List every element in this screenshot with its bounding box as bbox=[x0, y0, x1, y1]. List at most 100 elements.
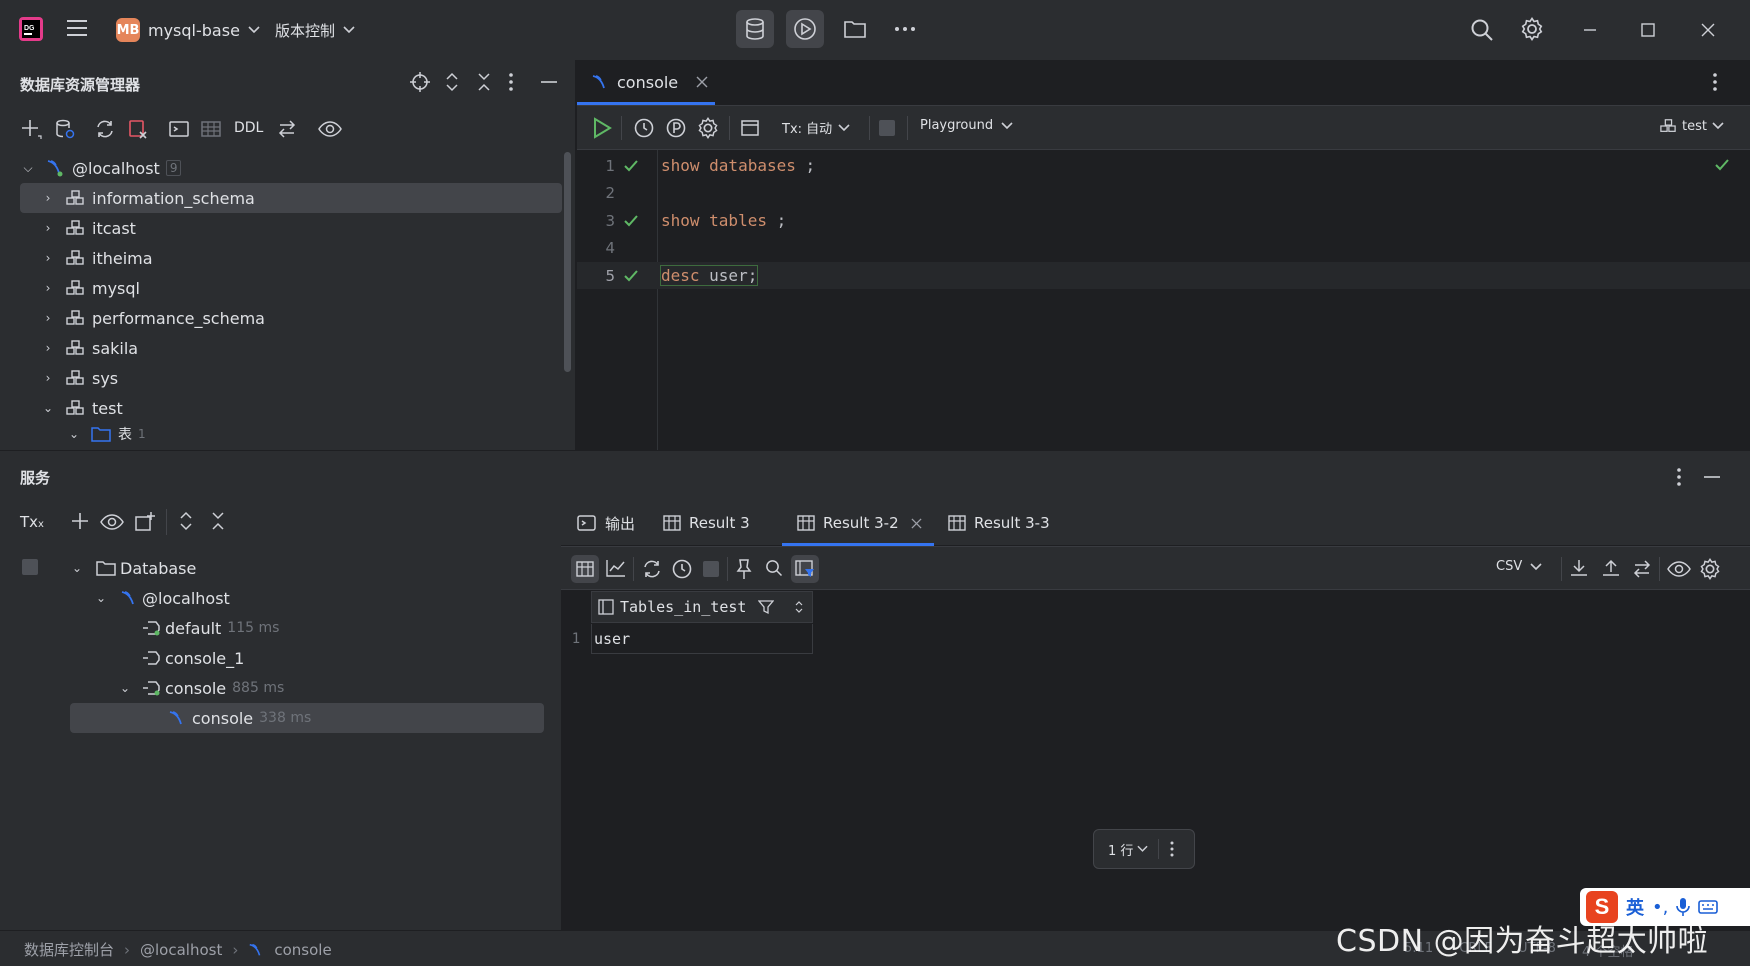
tree-service-host[interactable]: ⌄ @localhost bbox=[96, 583, 230, 613]
tab-result-3-3[interactable]: Result 3-3 bbox=[948, 501, 1050, 545]
history-clock-icon[interactable] bbox=[633, 117, 655, 139]
tx-button[interactable]: Txx bbox=[20, 513, 44, 531]
code-line[interactable]: 3 show tables ; bbox=[577, 207, 1750, 234]
jump-to-console-icon[interactable] bbox=[168, 118, 190, 140]
code-line-current[interactable]: 5 desc user; bbox=[577, 262, 1750, 289]
tab-result-3-2[interactable]: Result 3-2 bbox=[797, 501, 922, 545]
tree-schema-performance_schema[interactable]: › performance_schema bbox=[20, 303, 562, 333]
more-vertical-icon[interactable] bbox=[1676, 467, 1682, 487]
tree-schema-test[interactable]: ⌄ test bbox=[20, 393, 562, 423]
minimize-window-icon[interactable] bbox=[1582, 22, 1598, 38]
chevron-down-icon[interactable]: ⌵ bbox=[20, 161, 36, 176]
schema-selector[interactable]: test bbox=[1659, 118, 1724, 134]
chevron-right-icon[interactable]: › bbox=[40, 251, 56, 265]
settings-gear-icon[interactable] bbox=[697, 117, 719, 139]
pin-icon[interactable] bbox=[735, 558, 753, 580]
search-icon[interactable] bbox=[765, 559, 783, 577]
locate-icon[interactable] bbox=[410, 72, 430, 92]
add-icon[interactable] bbox=[20, 118, 42, 140]
more-horizontal-icon[interactable] bbox=[886, 10, 924, 48]
collapse-all-icon[interactable] bbox=[476, 72, 492, 92]
compare-icon[interactable] bbox=[1631, 558, 1653, 580]
tree-schema-itheima[interactable]: › itheima bbox=[20, 243, 562, 273]
chevron-down-icon[interactable]: ⌄ bbox=[96, 591, 112, 605]
close-tab-icon[interactable] bbox=[696, 76, 708, 88]
chart-view-icon[interactable] bbox=[606, 559, 626, 577]
upload-icon[interactable] bbox=[1601, 558, 1621, 578]
expand-all-icon[interactable] bbox=[178, 511, 194, 531]
data-source-properties-icon[interactable] bbox=[54, 118, 76, 140]
export-format-selector[interactable]: CSV bbox=[1496, 559, 1542, 574]
tree-schema-sakila[interactable]: › sakila bbox=[20, 333, 562, 363]
vcs-selector[interactable]: 版本控制 bbox=[275, 16, 355, 44]
download-icon[interactable] bbox=[1569, 558, 1589, 578]
refresh-icon[interactable] bbox=[94, 118, 116, 140]
execute-play-icon[interactable] bbox=[592, 117, 612, 139]
more-vertical-icon[interactable] bbox=[1169, 841, 1175, 857]
maximize-window-icon[interactable] bbox=[1640, 22, 1656, 38]
add-service-icon[interactable] bbox=[70, 511, 92, 533]
tree-database-group[interactable]: ⌄ Database bbox=[72, 553, 196, 583]
tree-host-localhost[interactable]: ⌵ @localhost 9 bbox=[20, 153, 562, 183]
tree-schema-information_schema[interactable]: › information_schema bbox=[20, 183, 562, 213]
expand-all-icon[interactable] bbox=[444, 72, 460, 92]
tree-session-console_1[interactable]: console_1 bbox=[142, 643, 244, 673]
microphone-icon[interactable] bbox=[1676, 897, 1691, 917]
tree-session-console[interactable]: ⌄ console 885 ms bbox=[120, 673, 284, 703]
hide-panel-icon[interactable] bbox=[540, 72, 558, 92]
keyboard-icon[interactable] bbox=[1698, 899, 1719, 915]
tab-result-3[interactable]: Result 3 bbox=[663, 501, 750, 545]
ddl-button[interactable]: DDL bbox=[234, 120, 263, 136]
chevron-down-icon[interactable] bbox=[1137, 845, 1149, 853]
disconnect-icon[interactable] bbox=[128, 118, 150, 140]
chevron-right-icon[interactable]: › bbox=[40, 371, 56, 385]
view-options-eye-icon[interactable] bbox=[1667, 558, 1691, 580]
tx-mode-selector[interactable]: Tx: 自动 bbox=[782, 118, 850, 137]
hide-panel-icon[interactable] bbox=[1703, 467, 1721, 487]
filter-view-icon[interactable] bbox=[791, 555, 819, 583]
code-line[interactable]: 4 bbox=[577, 234, 1750, 261]
more-vertical-icon[interactable] bbox=[1712, 72, 1718, 92]
output-panel-icon[interactable] bbox=[739, 117, 761, 139]
chevron-down-icon[interactable]: ⌄ bbox=[120, 681, 136, 695]
code-line[interactable]: 2 bbox=[577, 179, 1750, 206]
sort-icon[interactable] bbox=[794, 600, 804, 614]
column-header[interactable]: Tables_in_test bbox=[591, 591, 813, 623]
tree-schema-sys[interactable]: › sys bbox=[20, 363, 562, 393]
tree-console-child[interactable]: console 338 ms bbox=[70, 703, 544, 733]
collapse-all-icon[interactable] bbox=[210, 511, 226, 531]
close-tab-icon[interactable] bbox=[911, 517, 922, 529]
refresh-icon[interactable] bbox=[641, 558, 663, 580]
view-options-eye-icon[interactable] bbox=[318, 118, 342, 140]
explain-plan-icon[interactable] bbox=[665, 117, 687, 139]
database-tool-button[interactable] bbox=[736, 10, 774, 48]
close-window-icon[interactable] bbox=[1700, 22, 1716, 38]
tree-schema-itcast[interactable]: › itcast bbox=[20, 213, 562, 243]
main-menu-icon[interactable] bbox=[66, 18, 88, 38]
code-line[interactable]: 1 show databases ; bbox=[577, 152, 1750, 179]
folder-icon[interactable] bbox=[836, 10, 874, 48]
breadcrumb-item[interactable]: @localhost bbox=[140, 941, 222, 959]
tree-schema-mysql[interactable]: › mysql bbox=[20, 273, 562, 303]
search-icon[interactable] bbox=[1470, 18, 1494, 42]
tree-tables-folder[interactable]: ⌄ 表 1 bbox=[20, 421, 562, 447]
explorer-scrollbar[interactable] bbox=[564, 152, 571, 372]
tree-session-default[interactable]: default 115 ms bbox=[142, 613, 279, 643]
chevron-right-icon[interactable]: › bbox=[40, 281, 56, 295]
settings-gear-icon[interactable] bbox=[1699, 558, 1721, 580]
chevron-right-icon[interactable]: › bbox=[40, 221, 56, 235]
services-tool-button[interactable] bbox=[786, 10, 824, 48]
chevron-down-icon[interactable]: ⌄ bbox=[40, 401, 56, 415]
breadcrumb-item[interactable]: 数据库控制台 bbox=[24, 939, 114, 960]
row-count-label[interactable]: 1 行 bbox=[1108, 840, 1133, 859]
project-selector[interactable]: MB mysql-base bbox=[116, 16, 260, 44]
chevron-down-icon[interactable]: ⌄ bbox=[66, 427, 82, 441]
chevron-right-icon[interactable]: › bbox=[40, 341, 56, 355]
tab-console[interactable]: console bbox=[591, 60, 708, 104]
tab-output[interactable]: 输出 bbox=[577, 501, 635, 545]
filter-funnel-icon[interactable] bbox=[758, 599, 775, 615]
compare-icon[interactable] bbox=[276, 118, 298, 140]
playground-selector[interactable]: Playground bbox=[920, 118, 1013, 133]
new-group-icon[interactable] bbox=[134, 511, 156, 533]
table-view-icon[interactable] bbox=[571, 555, 599, 583]
